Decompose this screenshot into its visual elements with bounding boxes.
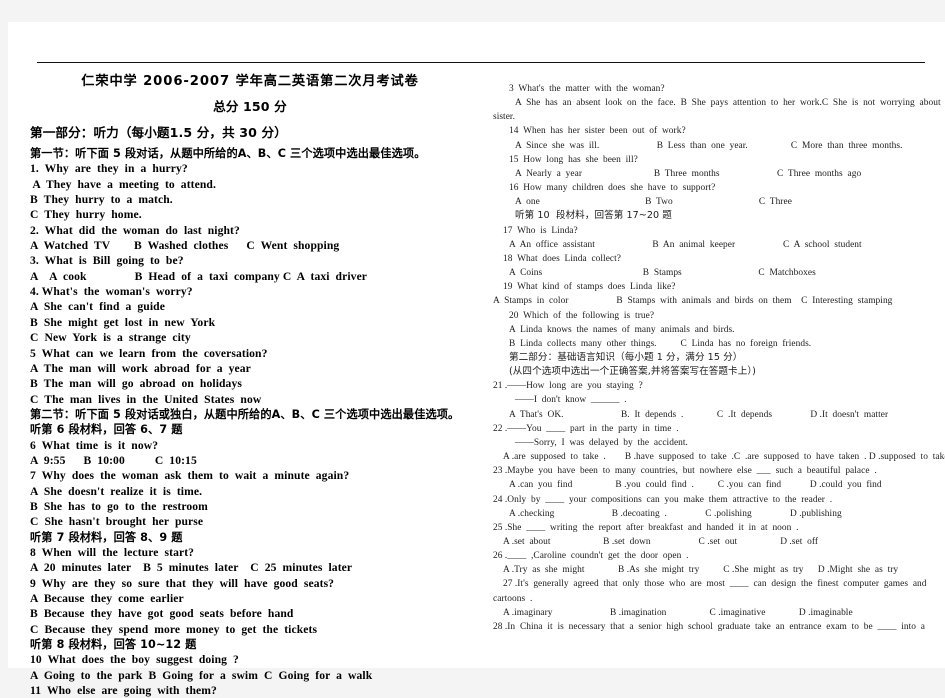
question-line: 25 .She ____ writing the report after br… [493,522,799,533]
question-line: A Linda knows the names of many animals … [509,324,735,335]
question-line: 1. Why are they in a hurry? [30,162,188,176]
question-line: C The man lives in the United States now [30,392,262,406]
question-line: ——I don't know ______ . [515,395,627,406]
page-header-rule [37,62,925,63]
question-line: 2. What did the woman do last night? [30,223,240,237]
question-line: C Because they spend more money to get t… [30,622,318,636]
question-line: 17 Who is Linda? [503,225,578,236]
listening-questions-17-20: 17 Who is Linda? A An office assistant B… [493,224,941,351]
total-score-line: 总分 150 分 [213,99,287,115]
question-line: C They hurry home. [30,208,142,222]
question-line: sister. [493,112,515,123]
question-line: A Watched TV B Washed clothes C Went sho… [30,239,340,253]
question-line: 16 How many children does she have to su… [509,183,716,194]
question-line: A .can you find B .you could find . C .y… [509,480,882,491]
question-line: 18 What does Linda collect? [503,253,622,264]
question-line: C New York is a strange city [30,331,191,345]
page-title: 仁荣中学 2006-2007 学年高二英语第二次月考试卷 [81,74,419,89]
question-line: 9 Why are they so sure that they will ha… [30,576,335,590]
listening-questions-1-5: 1. Why are they in a hurry? A They have … [30,161,470,407]
part-two-heading: 第二部分：基础语言知识（每小题 1 分，满分 15 分） [509,351,743,363]
question-line: 20 Which of the following is true? [509,310,655,321]
question-line: A Going to the park B Going for a swim C… [30,668,373,682]
question-line: 10 What does the boy suggest doing ? [30,653,239,667]
question-line: A Since she was ill. B Less than one yea… [515,140,903,151]
question-line: B She might get lost in new York [30,315,216,329]
question-line: A They have a meeting to attend. [30,177,216,191]
question-line: 11 Who else are going with them? [30,684,217,698]
question-line: A She can't find a guide [30,300,165,314]
question-line: 3. What is Bill going to be? [30,254,184,268]
question-line: cartoons . [493,593,533,604]
question-line: A .imaginary B .imagination C .imaginati… [503,607,853,618]
question-line: 3 What's the matter with the woman? [509,84,665,94]
question-line: B Linda collects many other things. C Li… [509,338,812,349]
question-line: 19 What kind of stamps does Linda like? [503,282,676,293]
question-line: A A cook B Head of a taxi company C A ta… [30,269,368,283]
material-6-heading: 听第 6 段材料，回答 6、7 题 [30,423,183,437]
question-line: ——Sorry, I was delayed by the accident. [515,437,688,448]
question-line: A An office assistant B An animal keeper… [509,239,862,250]
question-line: A one B Two C Three [515,197,792,208]
question-line: A .are supposed to take . B .have suppos… [503,452,945,463]
question-line: 14 When has her sister been out of work? [509,126,686,137]
question-line: 23 .Maybe you have been to many countrie… [493,466,877,477]
material-10-heading: 听第 10 段材料，回答第 17~20 题 [515,210,672,222]
question-line: A Coins B Stamps C Matchboxes [509,268,816,279]
question-line: A 20 minutes later B 5 minutes later C 2… [30,561,353,575]
scanned-page: 仁荣中学 2006-2007 学年高二英语第二次月考试卷 总分 150 分 第一… [8,22,945,697]
left-column: 仁荣中学 2006-2007 学年高二英语第二次月考试卷 总分 150 分 第一… [30,74,470,698]
question-line: B The man will go abroad on holidays [30,377,242,391]
right-column: 3 What's the matter with the woman? A Sh… [493,82,945,634]
listening-questions-8-9: 8 When will the lecture start? A 20 minu… [30,545,470,637]
question-line: 4. What's the woman's worry? [30,285,193,299]
question-line: A .set about B .set down C .set out D .s… [503,537,819,547]
question-line: A .checking B .decoating . C .polishing … [509,508,842,519]
part-one-heading: 第一部分：听力（每小题1.5 分，共 30 分） [30,124,287,140]
question-line: C She hasn't brought her purse [30,515,204,529]
material-7-heading: 听第 7 段材料，回答 8、9 题 [30,530,183,544]
question-line: 7 Why does the woman ask them to wait a … [30,469,350,483]
question-line: A Nearly a year B Three months C Three m… [515,168,862,179]
question-line: 26 .____ ,Caroline coundn't get the door… [493,551,689,562]
part-two-subheading: (从四个选项中选出一个正确答案,并将答案写在答题卡上）) [509,366,756,378]
question-line: A .Try as she might B .As she might try … [503,565,899,576]
question-line: A Because they come earlier [30,592,184,605]
question-line: A Stamps in color B Stamps with animals … [493,296,893,307]
material-8-heading: 听第 8 段材料，回答 10~12 题 [30,638,197,652]
listening-questions-13-16: 3 What's the matter with the woman? A Sh… [493,82,941,209]
question-line: 5 What can we learn from the coversation… [30,346,268,360]
section-two-heading: 第二节：听下面 5 段对话或独白，从题中所给的A、B、C 三个选项中选出最佳选项… [30,407,460,421]
question-line: A The man will work abroad for a year [30,361,251,375]
question-line: A 9:55 B 10:00 C 10:15 [30,453,197,467]
question-line: A That's OK. B. It depends . C .It depen… [509,409,889,420]
question-line: 8 When will the lecture start? [30,545,195,559]
question-line: 6 What time is it now? [30,438,159,452]
question-line: 15 How long has she been ill? [509,154,638,165]
grammar-questions-21-28: 21 .——How long are you staying ? ——I don… [493,379,945,634]
section-one-heading: 第一节：听下面 5 段对话，从题中所给的A、B、C 三个选项中选出最佳选项。 [30,147,426,161]
question-line: 22 .——You ____ part in the party in time… [493,423,679,434]
question-line: B They hurry to a match. [30,193,173,207]
question-line: 27 .It's generally agreed that only thos… [503,579,927,590]
question-line: B Because they have got good seats befor… [30,607,294,621]
question-line: 28 .In China it is necessary that a seni… [493,621,926,632]
listening-questions-10-12: 10 What does the boy suggest doing ? A G… [30,652,470,698]
question-line: A She has an absent look on the face. B … [515,98,945,109]
question-line: A She doesn't realize it is time. [30,484,203,498]
listening-questions-6-7: 6 What time is it now? A 9:55 B 10:00 C … [30,438,470,530]
question-line: 21 .——How long are you staying ? [493,381,643,392]
question-line: B She has to go to the restroom [30,499,208,513]
question-line: 24 .Only by ____ your compositions can y… [493,494,833,505]
